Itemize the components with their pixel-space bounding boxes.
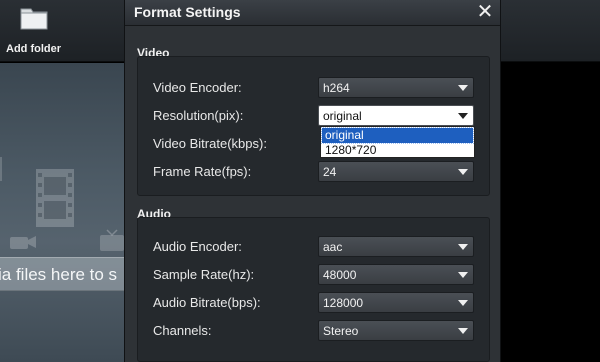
audio-bitrate-select[interactable]: 128000 xyxy=(318,292,474,313)
partial-icon xyxy=(0,157,2,181)
media-drop-area[interactable]: ia files here to s xyxy=(0,63,124,362)
resolution-label: Resolution(pix): xyxy=(153,108,244,123)
dialog-titlebar[interactable]: Format Settings ✕ xyxy=(125,0,500,26)
video-encoder-label: Video Encoder: xyxy=(153,80,242,95)
film-icon xyxy=(36,169,74,227)
dialog-title: Format Settings xyxy=(134,4,241,20)
audio-encoder-label: Audio Encoder: xyxy=(153,239,242,254)
channels-value: Stereo xyxy=(323,324,359,338)
resolution-select[interactable]: original xyxy=(318,105,474,126)
camera-icon xyxy=(10,236,36,249)
sample-rate-value: 48000 xyxy=(323,268,357,282)
chevron-down-icon xyxy=(458,113,468,119)
sample-rate-label: Sample Rate(hz): xyxy=(153,267,255,282)
drop-hint-text: ia files here to s xyxy=(0,265,118,284)
chevron-down-icon xyxy=(458,272,468,278)
chevron-down-icon xyxy=(458,244,468,250)
frame-rate-select[interactable]: 24 xyxy=(318,161,474,182)
sample-rate-select[interactable]: 48000 xyxy=(318,264,474,285)
video-bitrate-label: Video Bitrate(kbps): xyxy=(153,136,267,151)
resolution-dropdown-list: original 1280*720 xyxy=(320,126,475,158)
resolution-value: original xyxy=(323,109,362,123)
audio-bitrate-label: Audio Bitrate(bps): xyxy=(153,295,261,310)
video-encoder-select[interactable]: h264 xyxy=(318,77,474,98)
format-settings-dialog: Format Settings ✕ Video Video Encoder: h… xyxy=(124,0,501,362)
folder-icon xyxy=(20,8,48,30)
video-encoder-value: h264 xyxy=(323,81,350,95)
audio-bitrate-value: 128000 xyxy=(323,296,364,310)
close-icon[interactable]: ✕ xyxy=(476,2,494,22)
tv-icon xyxy=(100,229,124,251)
drop-hint-banner: ia files here to s xyxy=(0,257,124,291)
resolution-option-original[interactable]: original xyxy=(321,127,474,144)
frame-rate-label: Frame Rate(fps): xyxy=(153,164,252,179)
audio-encoder-value: aac xyxy=(323,240,343,254)
audio-encoder-select[interactable]: aac xyxy=(318,236,474,257)
chevron-down-icon xyxy=(458,85,468,91)
chevron-down-icon xyxy=(458,169,468,175)
preview-panel xyxy=(500,63,600,362)
frame-rate-value: 24 xyxy=(323,165,337,179)
add-folder-label: Add folder xyxy=(6,43,61,55)
channels-label: Channels: xyxy=(153,323,212,338)
chevron-down-icon xyxy=(458,328,468,334)
chevron-down-icon xyxy=(458,300,468,306)
channels-select[interactable]: Stereo xyxy=(318,320,474,341)
add-folder-button[interactable]: Add folder xyxy=(0,0,72,62)
resolution-option-1280x720[interactable]: 1280*720 xyxy=(322,143,473,158)
